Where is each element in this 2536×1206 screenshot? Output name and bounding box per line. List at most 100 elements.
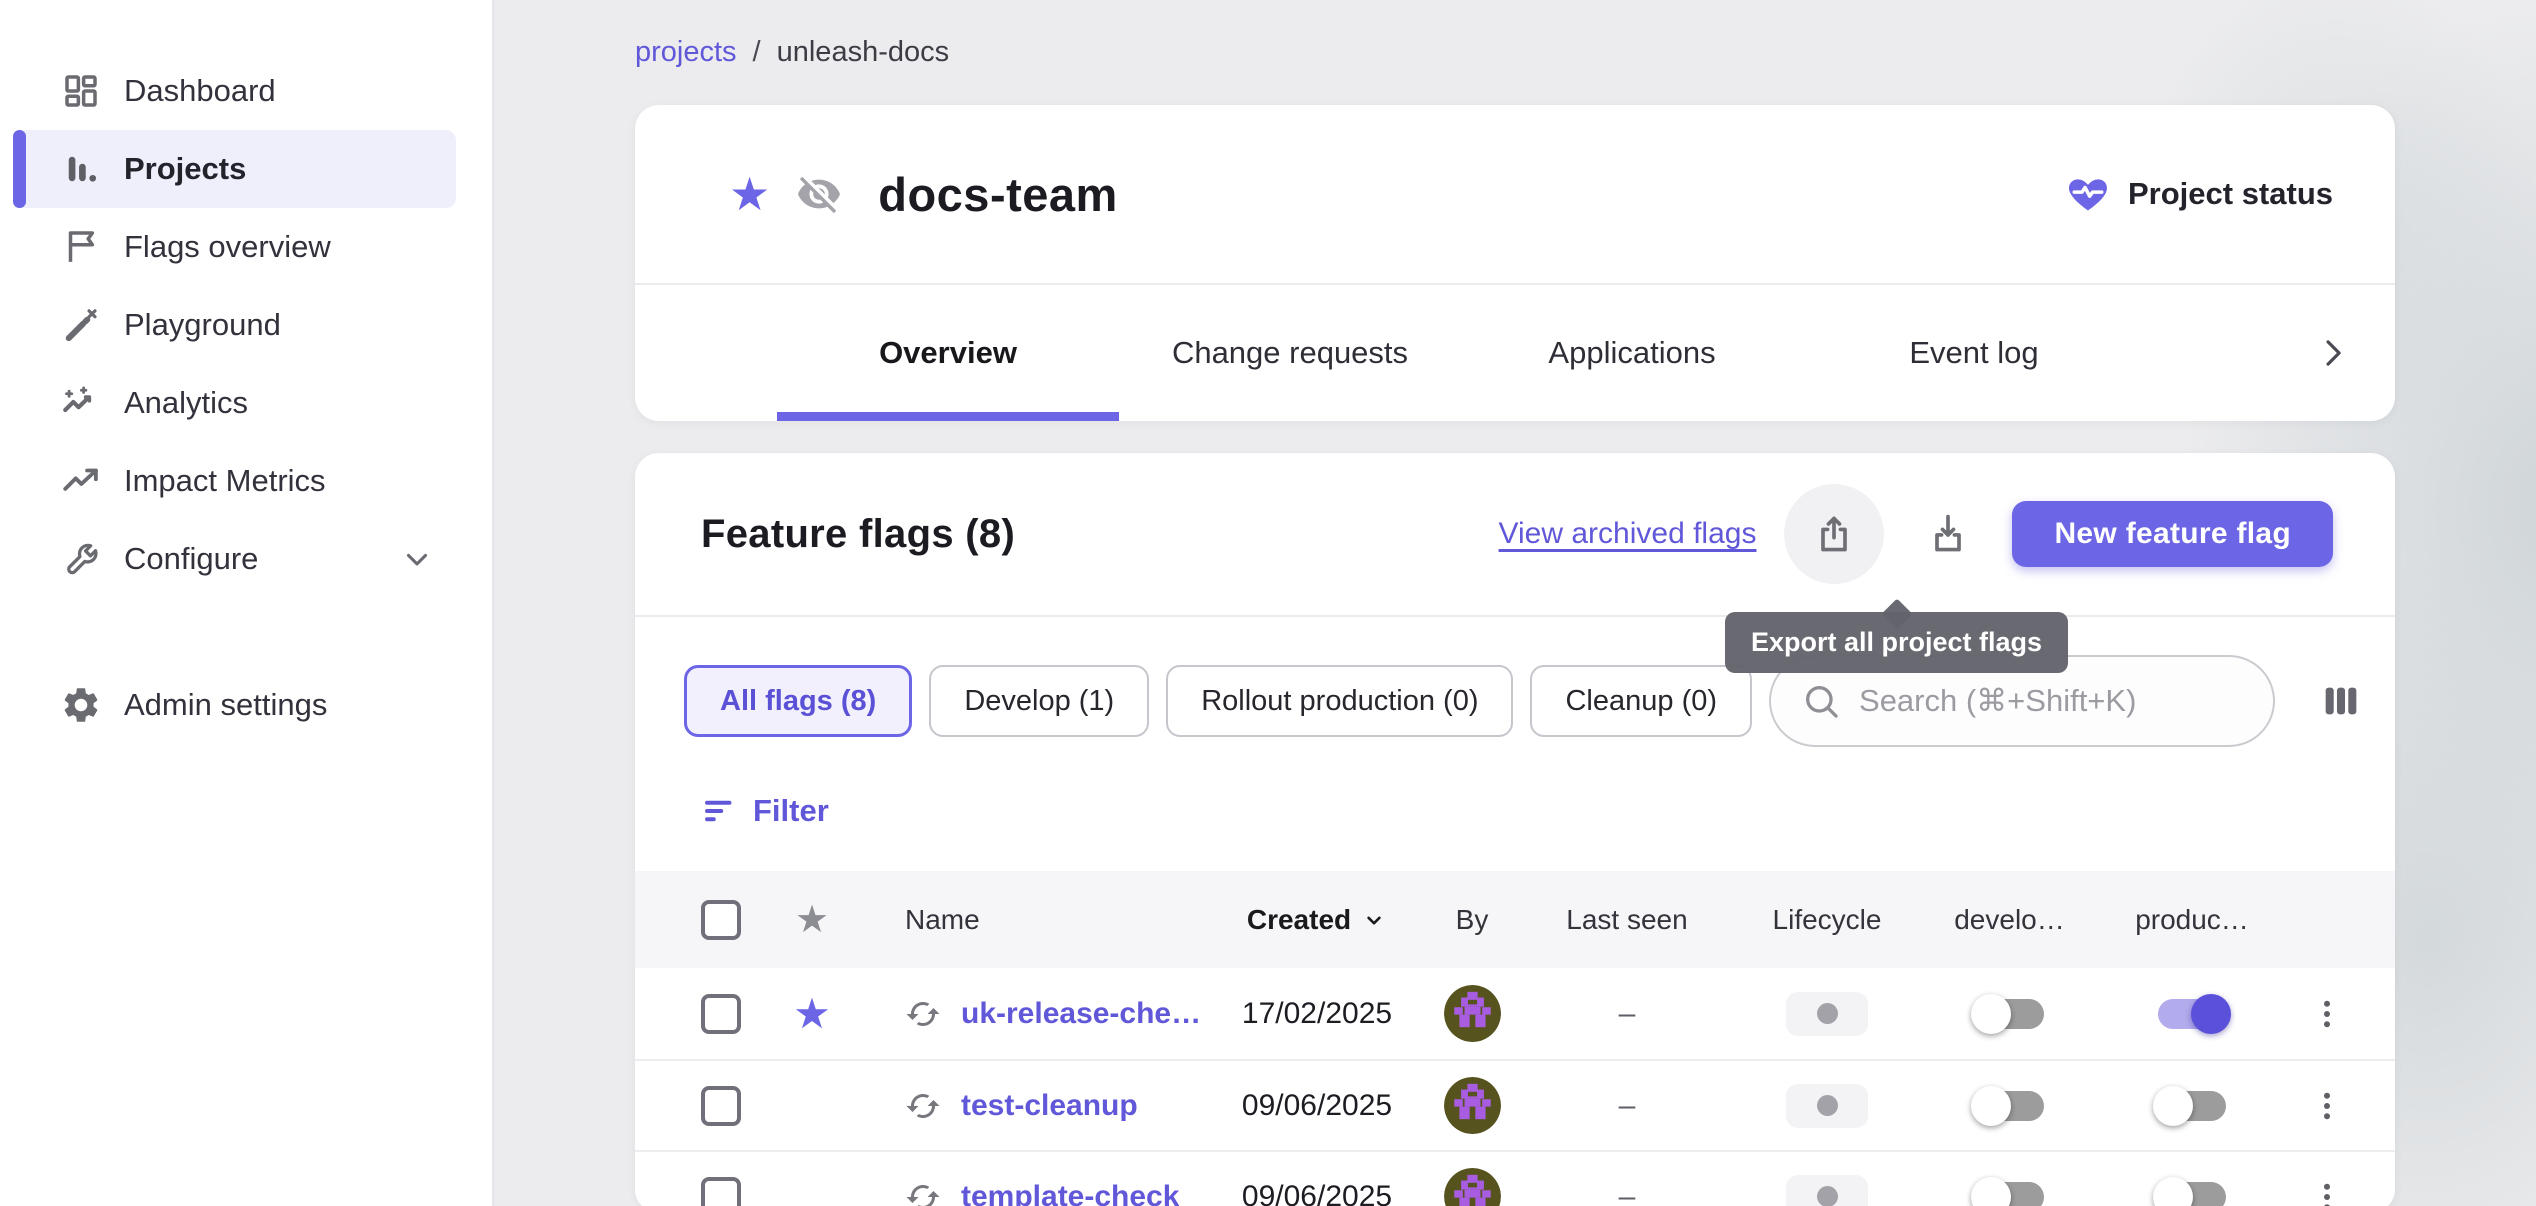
column-header-lifecycle[interactable]: Lifecycle <box>1773 904 1882 936</box>
main-content: projects / unleash-docs ★ docs-team <box>494 0 2536 1206</box>
table-header-row: ★ Name Created By Last seen Lifecycle de… <box>635 871 2395 968</box>
tab-event-log[interactable]: Event log <box>1803 335 2145 371</box>
lifecycle-dot-icon <box>1817 1095 1838 1116</box>
chip-cleanup[interactable]: Cleanup (0) <box>1530 665 1752 737</box>
lifecycle-filter-chips: All flags (8) Develop (1) Rollout produc… <box>635 655 2395 747</box>
row-checkbox[interactable] <box>701 1177 741 1206</box>
sidebar-item-configure[interactable]: Configure <box>0 520 492 598</box>
column-header-name[interactable]: Name <box>857 904 980 936</box>
filter-icon <box>701 793 737 829</box>
column-header-develop[interactable]: develo… <box>1954 904 2065 936</box>
sidebar-item-dashboard[interactable]: Dashboard <box>0 52 492 130</box>
export-icon <box>1812 512 1856 556</box>
dashboard-icon <box>60 70 102 112</box>
analytics-icon <box>60 382 102 424</box>
created-by-avatar <box>1444 1168 1501 1206</box>
column-header-production[interactable]: produc… <box>2135 904 2249 936</box>
import-flags-button[interactable] <box>1912 498 1984 570</box>
row-menu-kebab-icon[interactable] <box>2309 1179 2379 1206</box>
project-tabs: Overview Change requests Applications Ev… <box>635 285 2395 421</box>
tabs-scroll-right-icon[interactable] <box>2313 334 2351 372</box>
favorite-star-icon[interactable]: ★ <box>729 171 770 217</box>
sidebar: Dashboard Projects Flags overview <box>0 0 494 1206</box>
lifecycle-stage-badge[interactable] <box>1786 1084 1868 1128</box>
view-archived-flags-link[interactable]: View archived flags <box>1499 517 1757 551</box>
project-status-label: Project status <box>2128 176 2333 212</box>
flags-title: Feature flags (8) <box>701 512 1015 557</box>
new-feature-flag-button[interactable]: New feature flag <box>2012 501 2333 567</box>
sidebar-item-admin-settings[interactable]: Admin settings <box>0 666 492 744</box>
column-header-last-seen[interactable]: Last seen <box>1566 904 1687 936</box>
table-row: ★ uk-release-check… 17/02/2025 <box>635 968 2395 1059</box>
filter-label: Filter <box>753 793 829 829</box>
row-menu-kebab-icon[interactable] <box>2309 996 2379 1032</box>
chip-rollout-production[interactable]: Rollout production (0) <box>1166 665 1513 737</box>
lifecycle-sync-icon <box>905 1088 941 1124</box>
sidebar-item-analytics[interactable]: Analytics <box>0 364 492 442</box>
sidebar-item-label: Flags overview <box>124 229 331 265</box>
import-icon <box>1926 512 1970 556</box>
tab-overview[interactable]: Overview <box>777 335 1119 371</box>
created-by-avatar <box>1444 985 1501 1042</box>
search-icon <box>1801 681 1841 721</box>
divider <box>635 615 2395 617</box>
lifecycle-stage-badge[interactable] <box>1786 992 1868 1036</box>
feature-flags-table: ★ Name Created By Last seen Lifecycle de… <box>635 871 2395 1206</box>
sort-desc-icon <box>1361 907 1387 933</box>
chip-develop[interactable]: Develop (1) <box>929 665 1149 737</box>
column-header-created[interactable]: Created <box>1247 904 1387 936</box>
row-checkbox[interactable] <box>701 994 741 1034</box>
sort-by-favorite-icon[interactable]: ★ <box>795 901 829 939</box>
develop-toggle[interactable] <box>1971 1084 2049 1128</box>
filter-button[interactable]: Filter <box>701 793 829 829</box>
row-checkbox[interactable] <box>701 1086 741 1126</box>
sidebar-item-projects[interactable]: Projects <box>13 130 456 208</box>
flag-name-link[interactable]: template-check <box>961 1180 1179 1206</box>
flag-name-link[interactable]: uk-release-check… <box>961 997 1217 1031</box>
row-favorite-star-icon[interactable]: ★ <box>793 993 831 1035</box>
sidebar-item-impact-metrics[interactable]: Impact Metrics <box>0 442 492 520</box>
sidebar-item-label: Configure <box>124 541 258 577</box>
production-toggle[interactable] <box>2153 992 2231 1036</box>
project-status-button[interactable]: Project status <box>2066 172 2333 216</box>
chip-all-flags[interactable]: All flags (8) <box>684 665 912 737</box>
breadcrumb-projects-link[interactable]: projects <box>635 36 737 69</box>
export-tooltip: Export all project flags <box>1725 612 2068 673</box>
projects-icon <box>60 148 102 190</box>
active-tab-indicator <box>777 412 1119 421</box>
flag-icon <box>60 226 102 268</box>
lifecycle-sync-icon <box>905 996 941 1032</box>
visibility-off-icon[interactable] <box>796 171 842 217</box>
export-flags-button[interactable] <box>1784 484 1884 584</box>
flag-name-link[interactable]: test-cleanup <box>961 1089 1138 1123</box>
search-input[interactable] <box>1859 683 2243 719</box>
lifecycle-dot-icon <box>1817 1003 1838 1024</box>
last-seen-value: – <box>1619 997 1636 1031</box>
production-toggle[interactable] <box>2153 1084 2231 1128</box>
select-all-checkbox[interactable] <box>701 900 741 940</box>
sidebar-item-playground[interactable]: Playground <box>0 286 492 364</box>
table-row: test-cleanup 09/06/2025 <box>635 1059 2395 1150</box>
created-date: 09/06/2025 <box>1242 1180 1392 1206</box>
gear-icon <box>60 684 102 726</box>
tab-change-requests[interactable]: Change requests <box>1119 335 1461 371</box>
lifecycle-dot-icon <box>1817 1186 1838 1206</box>
row-menu-kebab-icon[interactable] <box>2309 1088 2379 1124</box>
wrench-icon <box>60 538 102 580</box>
breadcrumb-current: unleash-docs <box>777 36 950 69</box>
last-seen-value: – <box>1619 1089 1636 1123</box>
develop-toggle[interactable] <box>1971 1175 2049 1206</box>
tab-applications[interactable]: Applications <box>1461 335 1803 371</box>
pixel-robot-avatar <box>1444 985 1501 1042</box>
columns-icon[interactable] <box>2318 678 2364 724</box>
column-header-by[interactable]: By <box>1456 904 1489 936</box>
pixel-robot-avatar <box>1444 1168 1501 1206</box>
lifecycle-stage-badge[interactable] <box>1786 1175 1868 1206</box>
feature-flags-card: Feature flags (8) View archived flags <box>635 453 2395 1206</box>
trending-up-icon <box>60 460 102 502</box>
created-by-avatar <box>1444 1077 1501 1134</box>
chevron-down-icon <box>400 542 434 576</box>
develop-toggle[interactable] <box>1971 992 2049 1036</box>
sidebar-item-flags-overview[interactable]: Flags overview <box>0 208 492 286</box>
production-toggle[interactable] <box>2153 1175 2231 1206</box>
